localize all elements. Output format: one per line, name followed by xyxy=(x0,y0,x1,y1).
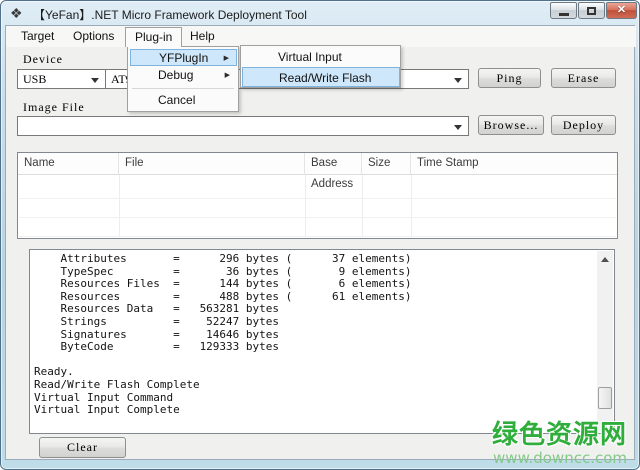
column-header-time-stamp[interactable]: Time Stamp xyxy=(411,153,617,175)
device-label: Device xyxy=(23,52,63,67)
browse-button-label: Browse... xyxy=(484,118,539,133)
clear-button[interactable]: Clear xyxy=(39,437,126,458)
image-file-label: Image File xyxy=(23,100,85,115)
app-window: ❖ 【YeFan】.NET Micro Framework Deployment… xyxy=(0,0,640,470)
yfplugin-submenu: Virtual Input Read/Write Flash xyxy=(240,45,401,88)
table-gridline xyxy=(19,217,616,218)
menu-separator xyxy=(132,88,234,89)
titlebar[interactable]: ❖ 【YeFan】.NET Micro Framework Deployment… xyxy=(1,1,640,25)
menu-item-cancel[interactable]: Cancel xyxy=(130,92,237,109)
table-gridline xyxy=(411,175,412,237)
erase-button-label: Erase xyxy=(568,71,600,86)
clear-button-label: Clear xyxy=(67,440,98,455)
maximize-icon xyxy=(587,7,596,15)
plugin-menu: YFPlugIn ▶ Debug ▶ Cancel xyxy=(127,46,239,112)
table-gridline xyxy=(119,175,120,237)
erase-button[interactable]: Erase xyxy=(551,68,616,88)
menu-item-options[interactable]: Options xyxy=(64,27,123,46)
scroll-up-icon xyxy=(601,257,609,262)
window-title: 【YeFan】.NET Micro Framework Deployment T… xyxy=(33,6,307,23)
minimize-button[interactable] xyxy=(550,2,577,19)
chevron-down-icon[interactable] xyxy=(454,78,462,83)
assemblies-table: Name File Base Address Size Time Stamp xyxy=(17,152,618,239)
maximize-button[interactable] xyxy=(578,2,605,19)
menu-item-yfplugin[interactable]: YFPlugIn ▶ xyxy=(130,49,237,66)
close-button[interactable]: ✕ xyxy=(606,2,637,19)
virtual-input-label: Virtual Input xyxy=(278,50,342,64)
debug-label: Debug xyxy=(158,68,193,82)
cancel-label: Cancel xyxy=(158,93,195,107)
yfplugin-label: YFPlugIn xyxy=(159,51,208,65)
watermark-site-name: 绿色资源网 xyxy=(492,421,627,449)
submenu-item-virtual-input[interactable]: Virtual Input xyxy=(242,47,400,67)
menu-item-target[interactable]: Target xyxy=(12,27,63,46)
deploy-button-label: Deploy xyxy=(563,118,604,133)
deploy-button[interactable]: Deploy xyxy=(551,115,616,135)
ping-button-label: Ping xyxy=(496,71,522,86)
column-header-name[interactable]: Name xyxy=(18,153,119,175)
scrollbar-thumb[interactable] xyxy=(598,387,612,409)
menu-item-debug[interactable]: Debug ▶ xyxy=(130,67,237,84)
image-file-combobox[interactable] xyxy=(17,116,469,136)
table-gridline xyxy=(362,175,363,237)
chevron-down-icon[interactable] xyxy=(454,125,462,130)
table-gridline xyxy=(19,236,616,237)
output-console[interactable]: Attributes = 296 bytes ( 37 elements) Ty… xyxy=(29,249,615,434)
scroll-up-button[interactable] xyxy=(597,251,613,267)
submenu-arrow-icon: ▶ xyxy=(225,67,230,84)
menu-item-plugin[interactable]: Plug-in xyxy=(125,27,182,47)
submenu-arrow-icon: ▶ xyxy=(224,50,229,67)
device-port-combobox[interactable]: USB xyxy=(17,69,106,89)
column-header-file[interactable]: File xyxy=(119,153,305,175)
chevron-down-icon[interactable] xyxy=(91,78,99,83)
column-header-base-address[interactable]: Base Address xyxy=(305,153,362,175)
console-text: Attributes = 296 bytes ( 37 elements) Ty… xyxy=(34,253,412,417)
column-header-size[interactable]: Size xyxy=(362,153,411,175)
minimize-icon xyxy=(559,13,569,16)
table-gridline xyxy=(19,198,616,199)
browse-button[interactable]: Browse... xyxy=(478,115,544,135)
read-write-flash-label: Read/Write Flash xyxy=(279,71,371,85)
table-header-row: Name File Base Address Size Time Stamp xyxy=(18,153,617,175)
ping-button[interactable]: Ping xyxy=(478,68,541,88)
console-scrollbar[interactable] xyxy=(597,251,613,432)
submenu-item-read-write-flash[interactable]: Read/Write Flash xyxy=(242,67,400,87)
close-icon: ✕ xyxy=(617,3,626,18)
menu-item-help[interactable]: Help xyxy=(181,27,224,46)
table-gridline xyxy=(305,175,306,237)
device-port-value: USB xyxy=(23,70,46,88)
watermark-site-url: www.downcc.com xyxy=(493,449,627,467)
app-icon[interactable]: ❖ xyxy=(10,5,23,21)
